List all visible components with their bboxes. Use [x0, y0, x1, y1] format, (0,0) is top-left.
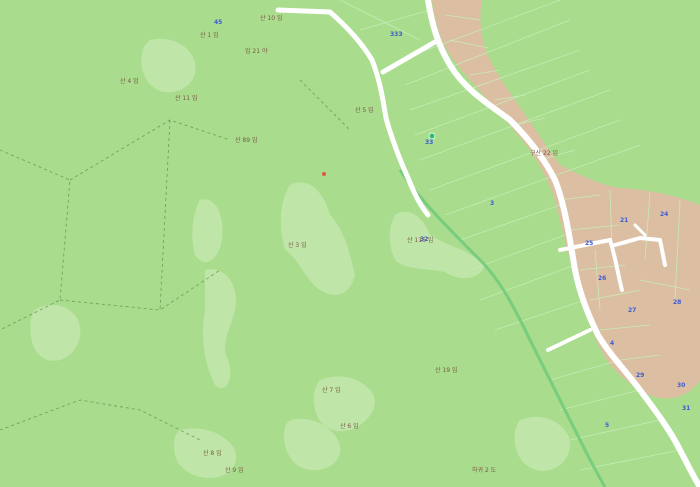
lot-label: 산 4 임: [120, 77, 139, 85]
map-view[interactable]: 45 333 3 4 5 21 24 25 26 27 28 29 30 31 …: [0, 0, 700, 487]
parcel-number: 21: [620, 217, 628, 224]
lot-label: 산 19 임: [435, 366, 458, 374]
lot-label: 산 5 임: [355, 106, 374, 114]
parcel-number: 29: [636, 372, 644, 379]
lot-label: 산 7 임: [322, 386, 341, 394]
lot-label: 산 115 임: [407, 236, 433, 244]
parcel-number: 28: [673, 299, 681, 306]
parcel-number: 26: [598, 275, 606, 282]
parcel-number: 24: [660, 211, 668, 218]
parcel-number: 45: [214, 19, 222, 26]
lot-label: 산 8 임: [203, 449, 222, 457]
lot-label: 구산 22 임: [530, 149, 558, 157]
point-marker-icon[interactable]: [322, 172, 326, 176]
parcel-number: 333: [390, 31, 403, 38]
parcel-number: 25: [585, 240, 593, 247]
lot-label: 임 21 야: [245, 47, 268, 55]
lot-label: 산 11 임: [175, 94, 198, 102]
parcel-number: 3: [490, 200, 494, 207]
lot-label: 산 6 임: [340, 422, 359, 430]
parcel-number: 5: [605, 422, 609, 429]
lot-label: 산 89 임: [235, 136, 258, 144]
parcel-number: 27: [628, 307, 636, 314]
parcel-number: 30: [677, 382, 685, 389]
parcel-number: 4: [610, 340, 614, 347]
lot-label: 하귀 2 도: [472, 466, 497, 474]
lot-label: 산 3 임: [288, 241, 307, 249]
lot-label: 산 10 임: [260, 14, 283, 22]
lot-label: 산 9 임: [225, 466, 244, 474]
lot-label: 산 1 임: [200, 31, 219, 39]
parcel-number: 31: [682, 405, 690, 412]
parcel-number: 33: [425, 139, 433, 146]
